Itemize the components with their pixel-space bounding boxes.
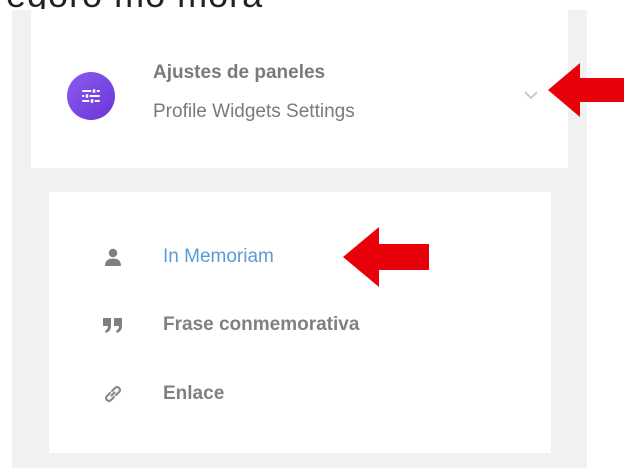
menu-item-in-memoriam[interactable]: In Memoriam <box>49 235 551 279</box>
sliders-icon <box>67 72 115 120</box>
menu-item-label: In Memoriam <box>163 246 274 267</box>
annotation-arrow-in-memoriam <box>343 227 429 287</box>
user-icon <box>101 245 125 269</box>
link-icon <box>101 382 125 406</box>
menu-item-enlace[interactable]: Enlace <box>49 372 551 416</box>
annotation-arrow-chevron <box>548 63 624 117</box>
widgets-menu: In Memoriam Frase conmemorativa Enlace <box>49 192 551 453</box>
quote-icon <box>101 313 125 337</box>
cropped-top-text: egoro mo mora <box>0 0 627 9</box>
menu-item-label: Frase conmemorativa <box>163 314 360 335</box>
cropped-top-text-label: egoro mo mora <box>6 0 263 9</box>
menu-item-label: Enlace <box>163 383 225 404</box>
menu-item-frase-conmemorativa[interactable]: Frase conmemorativa <box>49 303 551 347</box>
profile-widgets-settings-accordion[interactable]: Ajustes de paneles Profile Widgets Setti… <box>31 10 568 168</box>
accordion-title: Ajustes de paneles <box>153 62 326 83</box>
accordion-subtitle: Profile Widgets Settings <box>153 101 355 122</box>
chevron-down-icon[interactable] <box>522 88 540 102</box>
